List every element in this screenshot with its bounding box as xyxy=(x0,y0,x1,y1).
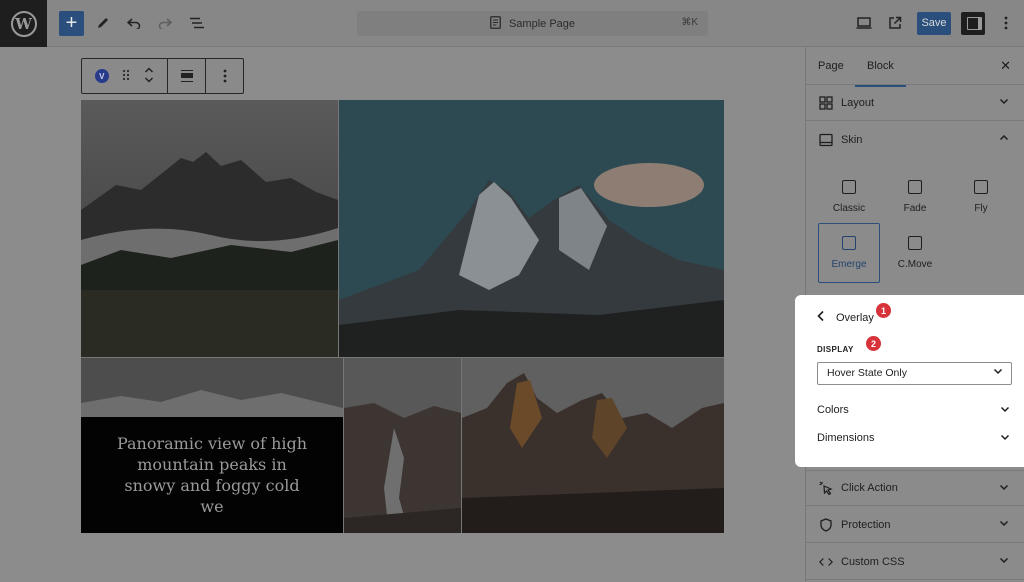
skin-option-fly[interactable]: Fly xyxy=(950,167,1012,227)
skin-emerge-label: Emerge xyxy=(831,259,867,270)
add-block-button[interactable]: + xyxy=(59,11,84,36)
custom-css-label: Custom CSS xyxy=(841,555,905,568)
skin-icon xyxy=(819,133,833,147)
chevron-down-icon xyxy=(999,482,1009,495)
block-options-icon xyxy=(223,69,226,83)
chevron-down-icon xyxy=(999,518,1009,531)
step-badge-2: 2 xyxy=(866,336,881,351)
tab-page[interactable]: Page xyxy=(818,60,844,72)
tab-block[interactable]: Block xyxy=(855,60,906,87)
skin-cmove-label: C.Move xyxy=(897,259,933,270)
skin-fly-label: Fly xyxy=(974,203,988,214)
view-page-external-icon[interactable] xyxy=(883,11,907,35)
editor-top-bar: W + Sample Page ⌘K Save xyxy=(0,0,1024,47)
chevron-down-icon xyxy=(999,96,1009,109)
skin-classic-label: Classic xyxy=(832,203,866,214)
block-toolbar: V xyxy=(81,58,244,94)
image-caption-overlay: Panoramic view of high mountain peaks in… xyxy=(81,417,343,533)
gallery-image-panoramic-peaks[interactable]: Panoramic view of high mountain peaks in… xyxy=(81,358,343,533)
block-switcher-group: V xyxy=(82,59,168,93)
back-chevron-icon[interactable] xyxy=(817,310,825,325)
layout-label: Layout xyxy=(841,96,875,109)
save-button[interactable]: Save xyxy=(917,12,951,35)
page-icon xyxy=(490,15,501,32)
skin-emerge-icon xyxy=(842,236,856,250)
sidebar-tabs: Page Block ✕ xyxy=(806,47,1024,87)
panel-click-action-row[interactable]: Click Action xyxy=(806,470,1024,506)
overlay-colors-row[interactable]: Colors xyxy=(817,404,1012,416)
undo-icon[interactable] xyxy=(122,11,146,35)
chevron-up-icon xyxy=(999,133,1009,146)
skin-label: Skin xyxy=(841,134,863,146)
wordpress-logo-icon: W xyxy=(10,10,37,37)
panel-custom-css-row[interactable]: Custom CSS xyxy=(806,544,1024,580)
layout-grid-icon xyxy=(819,95,833,110)
close-sidebar-icon[interactable]: ✕ xyxy=(1000,58,1011,74)
step-badge-1: 1 xyxy=(876,303,891,318)
skin-fade-icon xyxy=(908,180,922,194)
redo-icon[interactable] xyxy=(153,11,177,35)
panel-layout-row[interactable]: Layout xyxy=(806,85,1024,121)
wordpress-logo-button[interactable]: W xyxy=(0,0,47,47)
gallery-image-snowy-peak[interactable] xyxy=(339,100,724,357)
display-label: DISPLAY xyxy=(817,345,854,354)
command-shortcut: ⌘K xyxy=(681,17,698,28)
overlay-dimensions-row[interactable]: Dimensions xyxy=(817,432,1012,444)
skin-options: Classic Fade Fly Emerge C.Move xyxy=(806,167,1024,297)
chevron-down-icon xyxy=(993,363,1003,384)
skin-fade-label: Fade xyxy=(903,203,927,214)
gallery-block-icon[interactable]: V xyxy=(94,69,109,83)
view-desktop-icon[interactable] xyxy=(852,11,876,35)
code-icon xyxy=(819,555,833,569)
align-center-icon xyxy=(180,70,193,82)
skin-option-cmove[interactable]: C.Move xyxy=(884,223,946,283)
gallery-image-canyon[interactable] xyxy=(344,358,461,533)
align-control[interactable] xyxy=(168,59,206,93)
click-action-label: Click Action xyxy=(841,482,898,494)
document-title-bar[interactable]: Sample Page ⌘K xyxy=(357,11,708,36)
image-gallery[interactable]: Panoramic view of high mountain peaks in… xyxy=(81,100,724,533)
gallery-image-rocky-peaks[interactable] xyxy=(462,358,724,533)
skin-cmove-icon xyxy=(908,236,922,250)
document-overview-icon[interactable] xyxy=(185,11,209,35)
skin-option-fade[interactable]: Fade xyxy=(884,167,946,227)
chevron-down-icon xyxy=(1000,404,1010,417)
skin-fly-icon xyxy=(974,180,988,194)
more-options-icon[interactable] xyxy=(994,11,1018,35)
block-options-button[interactable] xyxy=(206,59,243,93)
pointer-click-icon xyxy=(819,481,833,495)
overlay-settings-card: Overlay 1 DISPLAY 2 Hover State Only Col… xyxy=(795,295,1024,467)
chevron-down-icon xyxy=(1000,432,1010,445)
document-title: Sample Page xyxy=(508,17,576,30)
skin-classic-icon xyxy=(842,180,856,194)
move-up-down-icon[interactable] xyxy=(144,66,154,86)
gallery-image-misty-mountains[interactable] xyxy=(81,100,338,357)
drag-handle-icon[interactable] xyxy=(122,69,130,84)
colors-label: Colors xyxy=(817,404,849,416)
tools-pen-icon[interactable] xyxy=(91,11,115,35)
protection-label: Protection xyxy=(841,518,891,531)
chevron-down-icon xyxy=(999,555,1009,568)
shield-icon xyxy=(819,517,833,532)
skin-option-classic[interactable]: Classic xyxy=(818,167,880,227)
panel-skin-row[interactable]: Skin xyxy=(806,122,1024,158)
skin-option-emerge[interactable]: Emerge xyxy=(818,223,880,283)
settings-sidebar-toggle[interactable] xyxy=(961,12,985,35)
display-select[interactable]: Hover State Only xyxy=(817,362,1012,385)
display-select-value: Hover State Only xyxy=(827,367,907,379)
dimensions-label: Dimensions xyxy=(817,432,875,444)
overlay-title: Overlay xyxy=(836,312,874,324)
panel-protection-row[interactable]: Protection xyxy=(806,507,1024,543)
